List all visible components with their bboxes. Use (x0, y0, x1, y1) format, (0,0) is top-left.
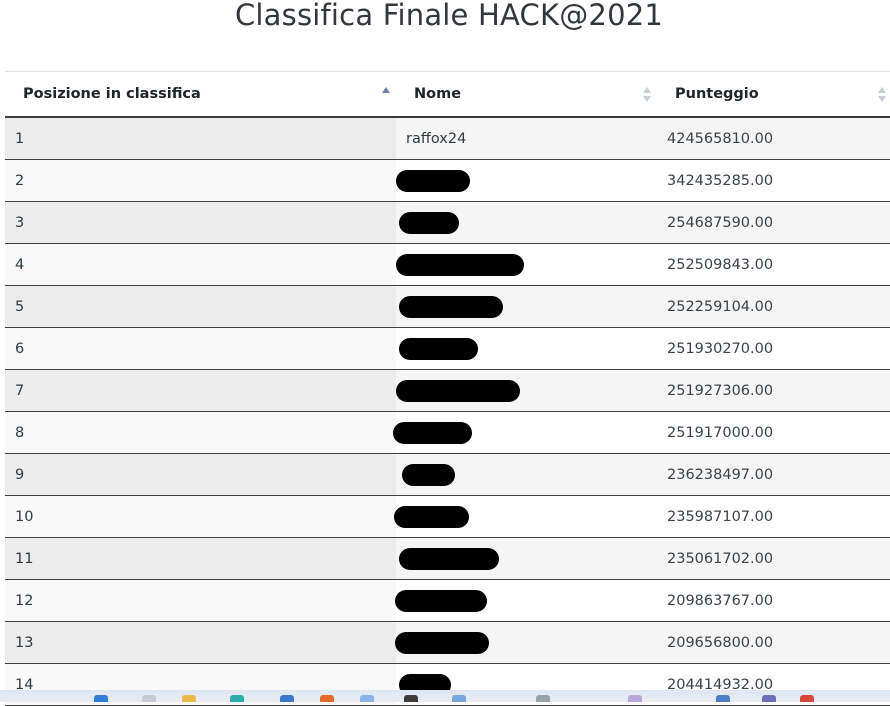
table-row: 4 252509843.00 (5, 243, 890, 286)
table-row: 7 251927306.00 (5, 369, 890, 412)
table-row: 11 235061702.00 (5, 537, 890, 580)
rank-cell: 8 (5, 411, 396, 454)
redacted-name-cell (394, 495, 657, 538)
rank-cell: 10 (5, 495, 396, 538)
rank-cell: 4 (5, 243, 396, 286)
windows-start-icon[interactable] (94, 695, 108, 702)
rank-cell: 11 (5, 537, 396, 580)
app-icon[interactable] (452, 695, 466, 702)
rank-cell: 13 (5, 621, 396, 664)
rank-cell: 6 (5, 327, 396, 370)
redacted-name-cell (395, 579, 657, 622)
redaction-mark (399, 337, 478, 360)
sort-icon[interactable] (643, 87, 651, 103)
table-row: 3 254687590.00 (5, 201, 890, 244)
redaction-mark (394, 505, 469, 528)
rank-cell: 1 (5, 117, 396, 160)
score-cell: 235987107.00 (657, 495, 890, 538)
app-icon[interactable] (628, 695, 642, 702)
app-icon[interactable] (762, 695, 776, 702)
table-row: 12 209863767.00 (5, 579, 890, 622)
table-row: 9 236238497.00 (5, 453, 890, 496)
table-row: 10 235987107.00 (5, 495, 890, 538)
redaction-mark (396, 379, 520, 402)
column-header-name[interactable]: Nome (396, 71, 657, 118)
column-header-position-label: Posizione in classifica (23, 86, 201, 102)
score-cell: 342435285.00 (657, 159, 890, 202)
score-cell: 251927306.00 (657, 369, 890, 412)
redaction-mark (395, 631, 489, 654)
table-row: 6 251930270.00 (5, 327, 890, 370)
table-row: 8 251917000.00 (5, 411, 890, 454)
leaderboard-table-container: Posizione in classifica Nome Punteggio 1… (5, 71, 890, 706)
table-row: 1 raffox24 424565810.00 (5, 117, 890, 160)
score-cell: 252509843.00 (657, 243, 890, 286)
terminal-icon[interactable] (404, 695, 418, 702)
table-row: 5 252259104.00 (5, 285, 890, 328)
score-cell: 209656800.00 (657, 621, 890, 664)
rank-cell: 7 (5, 369, 396, 412)
redaction-mark (395, 589, 487, 612)
app-icon[interactable] (716, 695, 730, 702)
redacted-name-cell (396, 327, 657, 370)
rank-cell: 5 (5, 285, 396, 328)
score-cell: 235061702.00 (657, 537, 890, 580)
redacted-name-cell (396, 201, 657, 244)
app-icon[interactable] (536, 695, 550, 702)
redaction-mark (393, 421, 472, 444)
score-cell: 251917000.00 (657, 411, 890, 454)
rank-cell: 2 (5, 159, 396, 202)
table-header-row: Posizione in classifica Nome Punteggio (5, 71, 890, 118)
search-icon[interactable] (142, 695, 156, 702)
sort-ascending-icon[interactable] (382, 87, 390, 103)
table-row: 13 209656800.00 (5, 621, 890, 664)
redacted-name-cell (396, 159, 657, 202)
column-header-name-label: Nome (414, 86, 462, 102)
redaction-mark (396, 253, 524, 276)
redaction-mark (396, 169, 470, 192)
app-icon[interactable] (360, 695, 374, 702)
leaderboard-table: Posizione in classifica Nome Punteggio 1… (5, 71, 890, 706)
redacted-name-cell (396, 285, 657, 328)
redaction-mark (399, 547, 499, 570)
store-icon[interactable] (280, 695, 294, 702)
score-cell: 236238497.00 (657, 453, 890, 496)
rank-cell: 9 (5, 453, 396, 496)
redaction-mark (402, 463, 455, 486)
table-row: 2 342435285.00 (5, 159, 890, 202)
column-header-position[interactable]: Posizione in classifica (5, 71, 396, 118)
column-header-score-label: Punteggio (675, 86, 759, 102)
page-title: Classifica Finale HACK@2021 (234, 0, 664, 32)
table-body: 1 raffox24 424565810.00 2 342435285.00 3 25468… (5, 117, 890, 706)
office-icon[interactable] (800, 695, 814, 702)
redacted-name-cell (396, 537, 657, 580)
redacted-name-cell (396, 453, 657, 496)
rank-cell: 3 (5, 201, 396, 244)
sort-icon[interactable] (878, 87, 886, 103)
redacted-name-cell (396, 243, 657, 286)
score-cell: 424565810.00 (657, 117, 890, 160)
redacted-name-cell (396, 369, 657, 412)
firefox-icon[interactable] (320, 695, 334, 702)
column-header-score[interactable]: Punteggio (657, 71, 890, 118)
score-cell: 252259104.00 (657, 285, 890, 328)
redaction-mark (399, 295, 503, 318)
redaction-mark (399, 211, 459, 234)
redacted-name-cell (395, 621, 657, 664)
file-explorer-icon[interactable] (182, 695, 196, 702)
rank-cell: 12 (5, 579, 396, 622)
score-cell: 254687590.00 (657, 201, 890, 244)
score-cell: 209863767.00 (657, 579, 890, 622)
redacted-name-cell (393, 411, 657, 454)
os-taskbar (0, 690, 890, 702)
edge-browser-icon[interactable] (230, 695, 244, 702)
name-cell: raffox24 (396, 117, 657, 160)
score-cell: 251930270.00 (657, 327, 890, 370)
